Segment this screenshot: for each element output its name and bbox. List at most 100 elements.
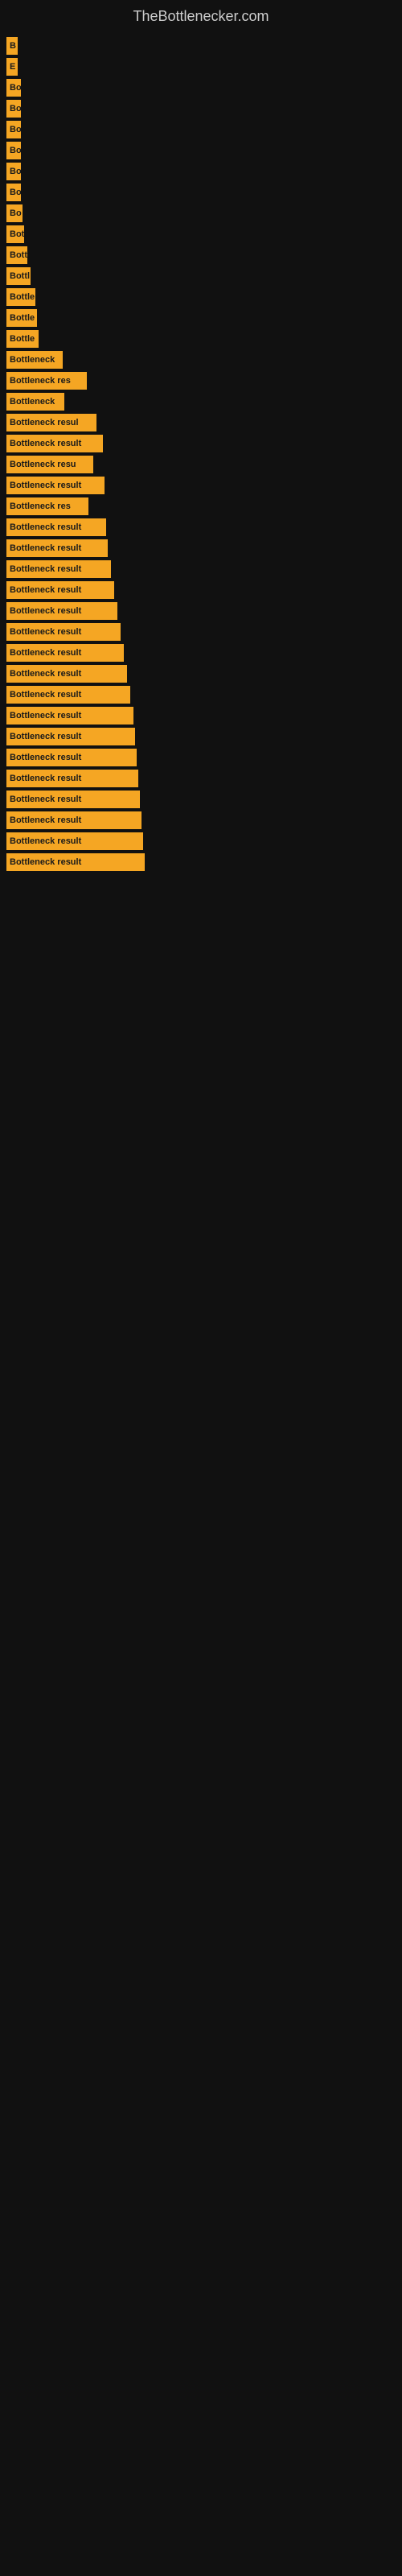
bar-label: Bot — [10, 229, 24, 239]
bar: Bo — [6, 121, 21, 138]
bar-label: Bottleneck resul — [10, 418, 79, 427]
bar-label: Bottle — [10, 292, 35, 302]
bar-row: Bo — [0, 204, 402, 222]
bar: Bott — [6, 246, 27, 264]
bar-label: Bottleneck result — [10, 606, 81, 616]
bar-label: Bottle — [10, 334, 35, 344]
bar-label: Bottleneck result — [10, 690, 81, 700]
bar-label: Bo — [10, 188, 21, 197]
bar-row: Bottleneck result — [0, 728, 402, 745]
bar: Bottleneck result — [6, 581, 114, 599]
bar: Bottleneck result — [6, 477, 105, 494]
bar-row: Bottleneck result — [0, 853, 402, 871]
bar-label: Bottleneck res — [10, 376, 71, 386]
bar: Bottle — [6, 288, 35, 306]
bar: Bottleneck — [6, 351, 63, 369]
bar: Bottleneck result — [6, 832, 143, 850]
bar-row: B — [0, 37, 402, 55]
bar: Bottleneck result — [6, 665, 127, 683]
bar-row: Bo — [0, 163, 402, 180]
bar-label: Bottleneck result — [10, 795, 81, 804]
bar: Bottleneck result — [6, 518, 106, 536]
bar-label: Bottleneck result — [10, 815, 81, 825]
bar-row: Bottleneck result — [0, 832, 402, 850]
bar-label: Bottleneck result — [10, 857, 81, 867]
bar: Bo — [6, 163, 21, 180]
bar-row: Bot — [0, 225, 402, 243]
bar: Bo — [6, 142, 21, 159]
bar-row: Bottleneck — [0, 393, 402, 411]
bar-label: Bottleneck result — [10, 774, 81, 783]
bar: Bottleneck result — [6, 811, 142, 829]
bar: Bo — [6, 100, 21, 118]
bar-row: E — [0, 58, 402, 76]
bar-label: B — [10, 41, 16, 51]
bar-label: Bo — [10, 208, 22, 218]
bar: Bottleneck res — [6, 497, 88, 515]
bar: Bottleneck res — [6, 372, 87, 390]
bar: Bottleneck result — [6, 602, 117, 620]
bar-row: Bottleneck resu — [0, 456, 402, 473]
bar-row: Bottleneck resul — [0, 414, 402, 431]
bar-label: Bo — [10, 83, 21, 93]
bar-row: Bottleneck result — [0, 602, 402, 620]
bar: Bottle — [6, 309, 37, 327]
bar-row: Bottleneck result — [0, 539, 402, 557]
bar-label: Bottleneck — [10, 355, 55, 365]
bar: Bo — [6, 204, 23, 222]
bar-row: Bo — [0, 121, 402, 138]
bar-label: Bottleneck result — [10, 481, 81, 490]
bar: Bottleneck result — [6, 770, 138, 787]
bar: B — [6, 37, 18, 55]
bar-row: Bottleneck res — [0, 497, 402, 515]
bar: Bottleneck result — [6, 728, 135, 745]
bar-row: Bottle — [0, 288, 402, 306]
bar-row: Bottleneck result — [0, 644, 402, 662]
bar-label: Bottleneck result — [10, 439, 81, 448]
bar-label: Bottleneck result — [10, 522, 81, 532]
bar-label: Bottleneck result — [10, 732, 81, 741]
bar-row: Bottleneck result — [0, 477, 402, 494]
bar-label: Bottle — [10, 313, 35, 323]
bar: Bottleneck resul — [6, 414, 96, 431]
bar-row: Bottleneck result — [0, 518, 402, 536]
bar-row: Bo — [0, 100, 402, 118]
bar-row: Bottleneck res — [0, 372, 402, 390]
bar-label: Bottleneck result — [10, 711, 81, 720]
bar: Bottleneck result — [6, 560, 111, 578]
bar: Bottleneck result — [6, 435, 103, 452]
bar: Bottleneck result — [6, 791, 140, 808]
bar: Bottleneck result — [6, 853, 145, 871]
bar: Bottl — [6, 267, 31, 285]
bar-row: Bottleneck result — [0, 623, 402, 641]
bar-row: Bo — [0, 184, 402, 201]
bar-row: Bottleneck result — [0, 749, 402, 766]
bar-label: Bottleneck resu — [10, 460, 76, 469]
bar-label: Bottleneck — [10, 397, 55, 407]
bar-label: Bo — [10, 167, 21, 176]
bar-label: Bott — [10, 250, 27, 260]
bar-label: Bottleneck result — [10, 669, 81, 679]
bar-label: Bottleneck result — [10, 836, 81, 846]
bar-row: Bottleneck result — [0, 665, 402, 683]
bar: E — [6, 58, 18, 76]
bar-row: Bottleneck result — [0, 560, 402, 578]
bar-label: Bottleneck result — [10, 543, 81, 553]
bar-label: Bottleneck result — [10, 627, 81, 637]
bar-row: Bottle — [0, 330, 402, 348]
bar-label: Bo — [10, 125, 21, 134]
bar-label: Bottleneck result — [10, 564, 81, 574]
bar-label: Bo — [10, 146, 21, 155]
bar-label: E — [10, 62, 15, 72]
bar: Bottleneck — [6, 393, 64, 411]
bar: Bottleneck result — [6, 644, 124, 662]
bar-row: Bottle — [0, 309, 402, 327]
bar-row: Bottleneck result — [0, 686, 402, 704]
bar-row: Bottl — [0, 267, 402, 285]
bar: Bot — [6, 225, 24, 243]
bar-row: Bottleneck result — [0, 770, 402, 787]
bar: Bottleneck result — [6, 686, 130, 704]
bar: Bottleneck result — [6, 707, 133, 724]
bar: Bo — [6, 184, 21, 201]
bar: Bottleneck result — [6, 749, 137, 766]
